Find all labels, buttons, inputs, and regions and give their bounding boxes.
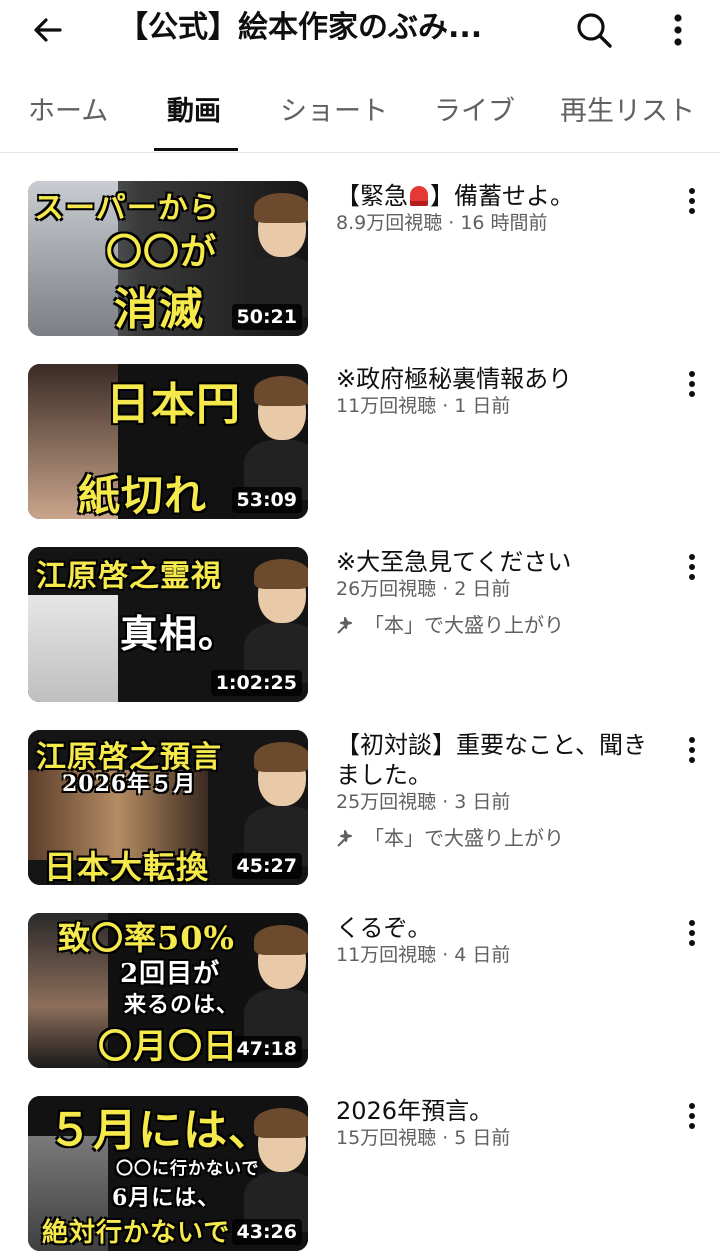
- thumbnail-text: 来るのは、: [124, 992, 240, 1018]
- top-app-bar: 【公式】絵本作家のぶみ...: [0, 0, 720, 60]
- video-item[interactable]: ５月には、 〇〇に行かないで 6月には、 絶対行かないで 43:26 2026年…: [0, 1096, 720, 1256]
- vertical-dots-icon: [689, 371, 695, 397]
- video-meta: ※政府極秘裏情報あり 11万回視聴 · 1 日前: [336, 364, 664, 418]
- video-item[interactable]: 江原啓之霊視 真相。 1:02:25 ※大至急見てください 26万回視聴 · 2…: [0, 547, 720, 707]
- thumbnail-text: 紙切れ: [78, 471, 208, 519]
- video-title[interactable]: 2026年預言。: [336, 1096, 664, 1126]
- video-thumbnail[interactable]: スーパーから 〇〇が 消滅 50:21: [28, 181, 308, 336]
- thumbnail-presenter: [244, 559, 308, 683]
- video-item[interactable]: 致〇率50% 2回目が 来るのは、 〇月〇日 47:18 くるぞ。 11万回視聴…: [0, 913, 720, 1073]
- video-title[interactable]: くるぞ。: [336, 913, 664, 943]
- video-meta: 【初対談】重要なこと、聞きました。 25万回視聴 · 3 日前 「本」で大盛り上…: [336, 730, 664, 851]
- tab-videos[interactable]: 動画: [167, 92, 221, 132]
- sparkle-icon: [337, 617, 352, 634]
- video-stats: 11万回視聴 · 1 日前: [336, 395, 511, 417]
- sparkle-icon: [337, 830, 352, 847]
- duration-badge: 47:18: [231, 1036, 302, 1062]
- thumbnail-presenter: [244, 742, 308, 866]
- tab-home[interactable]: ホーム: [28, 92, 108, 132]
- search-icon: [577, 13, 612, 48]
- thumbnail-text: 絶対行かないで: [42, 1218, 231, 1248]
- video-title[interactable]: 【初対談】重要なこと、聞きました。: [336, 730, 664, 790]
- vertical-dots-icon: [689, 554, 695, 580]
- video-title[interactable]: ※政府極秘裏情報あり: [336, 364, 664, 394]
- video-meta: 2026年預言。 15万回視聴 · 5 日前: [336, 1096, 664, 1150]
- highlight-tag: 「本」で大盛り上がり: [336, 612, 664, 638]
- vertical-dots-icon: [689, 1103, 695, 1129]
- video-stats: 15万回視聴 · 5 日前: [336, 1127, 511, 1149]
- back-button[interactable]: [26, 8, 70, 52]
- thumbnail-text: 江原啓之霊視: [36, 559, 222, 594]
- duration-badge: 1:02:25: [210, 670, 302, 696]
- active-tab-indicator: [154, 148, 238, 151]
- vertical-dots-icon: [689, 920, 695, 946]
- thumbnail-text: ５月には、: [48, 1105, 273, 1156]
- video-thumbnail[interactable]: 致〇率50% 2回目が 来るのは、 〇月〇日 47:18: [28, 913, 308, 1068]
- vertical-dots-icon: [674, 14, 682, 46]
- highlight-tag: 「本」で大盛り上がり: [336, 825, 664, 851]
- vertical-dots-icon: [689, 188, 695, 214]
- duration-badge: 53:09: [231, 487, 302, 513]
- siren-icon: [410, 186, 428, 206]
- thumbnail-presenter: [244, 193, 308, 317]
- video-item[interactable]: スーパーから 〇〇が 消滅 50:21 【緊急 】備蓄せよ。 8.9万回視聴 · …: [0, 181, 720, 341]
- video-stats: 8.9万回視聴 · 16 時間前: [336, 212, 548, 234]
- video-meta: ※大至急見てください 26万回視聴 · 2 日前 「本」で大盛り上がり: [336, 547, 664, 638]
- channel-tabs: ホーム 動画 ショート ライブ 再生リスト: [0, 84, 720, 153]
- thumbnail-text: 消滅: [114, 284, 204, 335]
- thumbnail-text: 6月には、: [112, 1185, 221, 1211]
- vertical-dots-icon: [689, 737, 695, 763]
- video-stats: 26万回視聴 · 2 日前: [336, 578, 511, 600]
- thumbnail-photo: [28, 595, 118, 702]
- video-meta: 【緊急 】備蓄せよ。 8.9万回視聴 · 16 時間前: [336, 181, 664, 235]
- video-menu-button[interactable]: [672, 364, 712, 404]
- video-thumbnail[interactable]: ５月には、 〇〇に行かないで 6月には、 絶対行かないで 43:26: [28, 1096, 308, 1251]
- thumbnail-text: 真相。: [120, 611, 238, 656]
- video-item[interactable]: 江原啓之預言 2026年５月 日本大転換 45:27 【初対談】重要なこと、聞き…: [0, 730, 720, 890]
- thumbnail-presenter: [244, 925, 308, 1049]
- video-menu-button[interactable]: [672, 913, 712, 953]
- thumbnail-text: スーパーから: [34, 191, 220, 226]
- video-title[interactable]: ※大至急見てください: [336, 547, 664, 577]
- thumbnail-text: 〇月〇日: [98, 1027, 238, 1067]
- tab-live[interactable]: ライブ: [434, 92, 515, 132]
- video-meta: くるぞ。 11万回視聴 · 4 日前: [336, 913, 664, 967]
- video-stats: 11万回視聴 · 4 日前: [336, 944, 511, 966]
- arrow-left-icon: [34, 18, 62, 42]
- thumbnail-presenter: [244, 376, 308, 500]
- thumbnail-text: 日本大転換: [44, 848, 210, 885]
- tab-shorts[interactable]: ショート: [280, 92, 388, 132]
- thumbnail-text: 日本円: [106, 379, 241, 430]
- duration-badge: 45:27: [231, 853, 302, 879]
- more-options-button[interactable]: [656, 8, 700, 52]
- channel-title: 【公式】絵本作家のぶみ...: [118, 10, 483, 45]
- duration-badge: 43:26: [231, 1219, 302, 1245]
- video-menu-button[interactable]: [672, 181, 712, 221]
- video-menu-button[interactable]: [672, 1096, 712, 1136]
- video-menu-button[interactable]: [672, 730, 712, 770]
- video-menu-button[interactable]: [672, 547, 712, 587]
- duration-badge: 50:21: [231, 304, 302, 330]
- search-button[interactable]: [572, 8, 616, 52]
- video-item[interactable]: 日本円 紙切れ 53:09 ※政府極秘裏情報あり 11万回視聴 · 1 日前: [0, 364, 720, 524]
- video-title[interactable]: 【緊急 】備蓄せよ。: [336, 181, 664, 211]
- thumbnail-text: 〇〇が: [106, 231, 218, 273]
- video-thumbnail[interactable]: 日本円 紙切れ 53:09: [28, 364, 308, 519]
- video-thumbnail[interactable]: 江原啓之預言 2026年５月 日本大転換 45:27: [28, 730, 308, 885]
- thumbnail-text: 2026年５月: [62, 771, 197, 797]
- tab-playlists[interactable]: 再生リスト: [560, 92, 695, 132]
- thumbnail-text: 2回目が: [120, 959, 221, 989]
- video-thumbnail[interactable]: 江原啓之霊視 真相。 1:02:25: [28, 547, 308, 702]
- video-stats: 25万回視聴 · 3 日前: [336, 791, 511, 813]
- thumbnail-text: 〇〇に行かないで: [116, 1159, 260, 1179]
